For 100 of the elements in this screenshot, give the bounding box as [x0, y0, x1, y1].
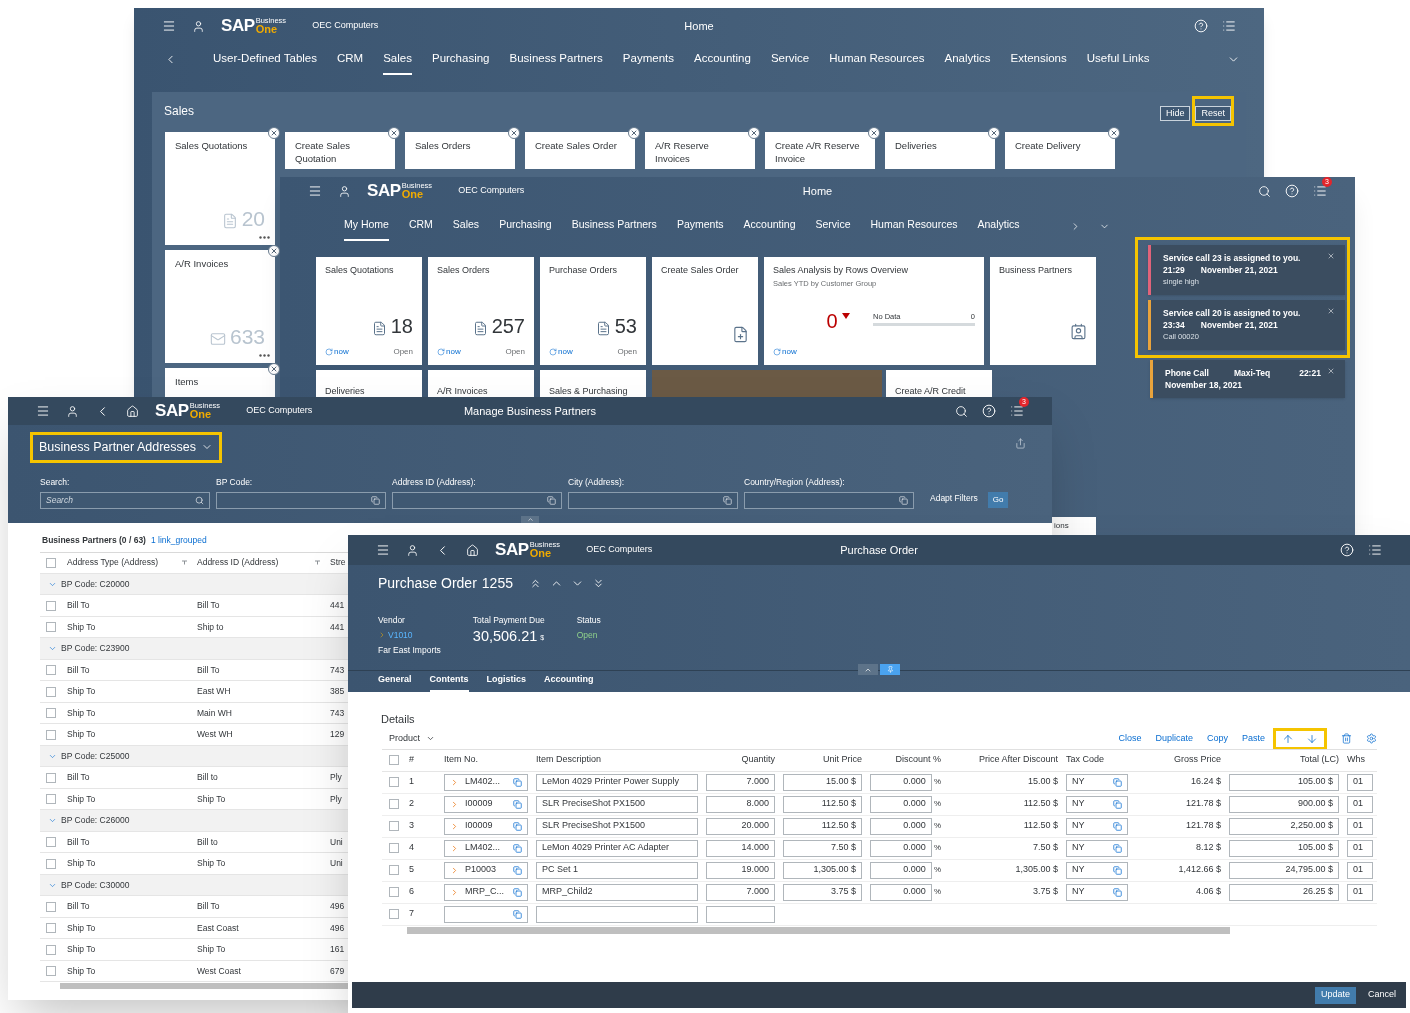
- input-field[interactable]: LeMon 4029 Printer Power Supply: [536, 773, 698, 791]
- input-field[interactable]: 112.50 $: [783, 795, 862, 813]
- nav-tab[interactable]: Extensions: [1010, 44, 1067, 76]
- app-tile[interactable]: Create Sales Quotation: [285, 132, 395, 170]
- close-button[interactable]: [268, 127, 280, 140]
- notifications-icon[interactable]: [1368, 543, 1382, 557]
- update-button[interactable]: Update: [1314, 986, 1356, 1004]
- checkbox[interactable]: [46, 622, 56, 632]
- app-tile[interactable]: Create A/R Reserve Invoice: [765, 132, 875, 170]
- go-button[interactable]: Go: [987, 491, 1009, 508]
- nav-tab[interactable]: Accounting: [743, 211, 796, 241]
- group-row[interactable]: BP Code: C23900: [40, 638, 348, 660]
- input-field[interactable]: I00009: [444, 817, 528, 835]
- input-field[interactable]: 0.000: [870, 795, 932, 813]
- value-help-icon[interactable]: [513, 887, 522, 897]
- close-button[interactable]: [868, 127, 880, 140]
- expand-icon[interactable]: [48, 644, 57, 653]
- settings-icon[interactable]: [1366, 733, 1377, 744]
- input-field[interactable]: 01: [1347, 773, 1373, 791]
- collapse-handle[interactable]: [858, 664, 878, 675]
- input-field[interactable]: 19.000: [706, 861, 775, 879]
- input-field[interactable]: LeMon 4029 Printer AC Adapter: [536, 839, 698, 857]
- adapt-filters-link[interactable]: Adapt Filters: [930, 491, 978, 505]
- input-field[interactable]: 8.000: [706, 795, 775, 813]
- value-help-icon[interactable]: [1113, 821, 1122, 831]
- checkbox[interactable]: [46, 837, 56, 847]
- checkbox[interactable]: [388, 777, 399, 787]
- checkbox[interactable]: [388, 909, 399, 919]
- more-icon[interactable]: [259, 354, 270, 358]
- nav-tab[interactable]: Business Partners: [571, 211, 657, 241]
- input-field[interactable]: 01: [1347, 861, 1373, 879]
- toolbar-button[interactable]: Paste: [1242, 731, 1265, 746]
- input-field[interactable]: 14.000: [706, 839, 775, 857]
- checkbox[interactable]: [46, 858, 56, 869]
- help-icon[interactable]: [1285, 184, 1299, 198]
- nav-tab[interactable]: Human Resources: [870, 211, 958, 241]
- input-field[interactable]: LM402...: [444, 839, 528, 857]
- input-field[interactable]: NY: [1066, 839, 1128, 857]
- input-field[interactable]: 1,305.00 $: [783, 861, 862, 879]
- input-field[interactable]: P10003: [444, 861, 528, 879]
- app-tile[interactable]: A/R Reserve Invoices: [645, 132, 755, 170]
- input-field[interactable]: [536, 905, 698, 923]
- close-button[interactable]: [748, 127, 760, 140]
- variant-selector[interactable]: Business Partner Addresses: [39, 438, 214, 457]
- toolbar-button[interactable]: Close: [1118, 731, 1142, 746]
- toolbar-button[interactable]: Copy: [1206, 731, 1228, 746]
- nav-tab[interactable]: Analytics: [944, 44, 991, 76]
- input-field[interactable]: 7.50 $: [783, 839, 862, 857]
- search-field[interactable]: Search: [40, 491, 210, 509]
- input-field[interactable]: 15.00 $: [783, 773, 862, 791]
- nav-tab[interactable]: Human Resources: [829, 44, 925, 76]
- input-field[interactable]: NY: [1066, 773, 1128, 791]
- move-down-icon[interactable]: [1306, 732, 1318, 745]
- input-field[interactable]: 0.000: [870, 817, 932, 835]
- checkbox[interactable]: [388, 843, 399, 853]
- checkbox[interactable]: [46, 923, 56, 933]
- group-row[interactable]: BP Code: C30000: [40, 874, 348, 897]
- app-tile[interactable]: Sales Orders 257 now Open: [428, 257, 534, 365]
- group-row[interactable]: BP Code: C26000: [40, 810, 348, 832]
- input-field[interactable]: 112.50 $: [783, 817, 862, 835]
- nav-tab[interactable]: Analytics: [977, 211, 1020, 241]
- select-all-checkbox[interactable]: [46, 557, 56, 568]
- column-header[interactable]: Address Type (Address): [67, 556, 159, 570]
- checkbox[interactable]: [46, 729, 56, 740]
- input-field[interactable]: SLR PreciseShot PX1500: [536, 795, 698, 813]
- checkbox[interactable]: [388, 887, 399, 897]
- app-tile[interactable]: Business Partners: [990, 257, 1096, 365]
- menu-icon[interactable]: [308, 184, 322, 198]
- last-record-icon[interactable]: [592, 577, 605, 590]
- app-tile[interactable]: Items: [165, 368, 275, 397]
- close-button[interactable]: [628, 127, 640, 140]
- checkbox[interactable]: [46, 665, 56, 675]
- nav-tab[interactable]: Service: [815, 211, 851, 241]
- checkbox[interactable]: [388, 799, 399, 809]
- notifications-icon[interactable]: [1222, 19, 1236, 33]
- input-field[interactable]: [706, 905, 775, 923]
- column-header[interactable]: Address ID (Address): [197, 556, 279, 570]
- menu-icon[interactable]: [36, 404, 50, 418]
- input-field[interactable]: PC Set 1: [536, 861, 698, 879]
- close-icon[interactable]: [1327, 307, 1335, 315]
- app-tile[interactable]: Create A/R Credit: [886, 370, 992, 397]
- delete-icon[interactable]: [1341, 733, 1352, 744]
- checkbox[interactable]: [46, 944, 56, 955]
- select-all-checkbox[interactable]: [388, 755, 399, 765]
- filter-field[interactable]: [568, 491, 738, 509]
- close-button[interactable]: [988, 127, 1000, 140]
- input-field[interactable]: MRP_Child2: [536, 883, 698, 901]
- app-tile[interactable]: Create Delivery: [1005, 132, 1115, 170]
- checkbox[interactable]: [46, 686, 56, 697]
- input-field[interactable]: SLR PreciseShot PX1500: [536, 817, 698, 835]
- input-field[interactable]: 01: [1347, 795, 1373, 813]
- nav-tab[interactable]: Payments: [622, 44, 674, 76]
- nav-tab[interactable]: Service: [770, 44, 810, 76]
- nav-tab[interactable]: My Home: [344, 211, 389, 241]
- checkbox[interactable]: [388, 865, 399, 875]
- group-row[interactable]: BP Code: C25000: [40, 745, 348, 768]
- nav-tab[interactable]: Purchasing: [431, 44, 490, 76]
- input-field[interactable]: 3.75 $: [783, 883, 862, 901]
- input-field[interactable]: 900.00 $: [1229, 795, 1339, 813]
- search-icon[interactable]: [955, 404, 968, 418]
